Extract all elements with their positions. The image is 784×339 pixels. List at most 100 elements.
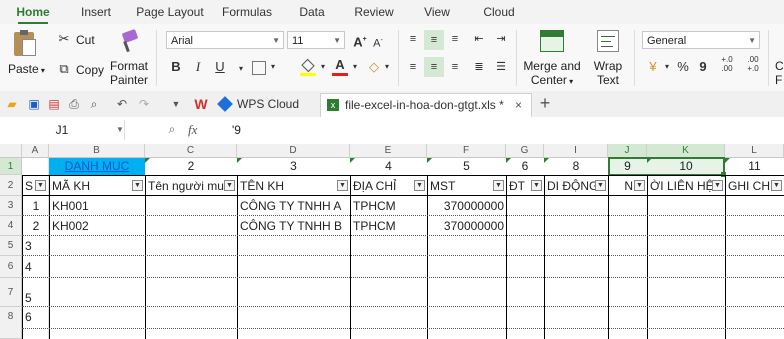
formula-input[interactable]: '9 [232,120,241,140]
font-size-select[interactable]: 11 ▼ [287,31,345,49]
fill-color-icon[interactable] [300,58,316,77]
font-name-select[interactable]: Arial ▼ [166,31,284,49]
fill-color-dropdown-icon[interactable]: ▾ [318,59,328,75]
cut-icon[interactable]: ✂ [56,31,72,47]
underline-dropdown-icon[interactable]: ▾ [234,59,248,77]
tab-wps-cloud[interactable]: WPS Cloud [237,93,299,115]
format-painter-label-1[interactable]: Format [110,59,148,73]
bold-icon[interactable]: B [168,59,184,75]
number-format-select[interactable]: General ▼ [642,31,760,49]
justify-icon[interactable]: ≣ [470,59,488,75]
cell-f1[interactable]: 5 [427,158,506,175]
align-middle-icon[interactable]: ≡ [424,30,444,50]
new-tab-icon[interactable]: + [536,92,554,114]
print-icon[interactable]: ⎙ [66,96,82,112]
cell-a4[interactable]: 2 [23,218,49,235]
filter-dropdown-icon[interactable]: ▼ [414,180,425,191]
merge-label-1[interactable]: Merge and [522,59,582,73]
font-color-dropdown-icon[interactable]: ▾ [350,59,360,75]
menu-data[interactable]: Data [290,0,334,24]
borders-icon[interactable] [252,61,266,75]
export-pdf-icon[interactable]: ▤ [46,96,62,112]
decrease-font-icon[interactable]: A- [370,33,386,52]
paste-icon[interactable] [10,30,40,58]
borders-dropdown-icon[interactable]: ▾ [268,59,278,75]
column-header-k[interactable]: K [647,144,725,158]
filter-dropdown-icon[interactable]: ▼ [634,180,645,191]
align-top-icon[interactable]: ≡ [404,31,422,47]
cell-i1[interactable]: 8 [544,158,608,175]
currency-dropdown-icon[interactable]: ▾ [662,59,672,75]
clear-format-icon[interactable]: ◇ [366,59,382,75]
close-tab-icon[interactable]: × [515,94,522,116]
filter-dropdown-icon[interactable]: ▼ [712,180,723,191]
row-header-4[interactable]: 4 [0,216,22,236]
ribbon-cut-off-label-2[interactable]: F [775,73,782,87]
column-header-f[interactable]: F [427,144,506,158]
column-header-g[interactable]: G [506,144,544,158]
menu-home[interactable]: Home [10,0,56,24]
filter-dropdown-icon[interactable]: ▼ [224,180,235,191]
column-header-j[interactable]: J [608,144,647,158]
decrease-indent-icon[interactable]: ⇤ [470,31,488,47]
filter-dropdown-icon[interactable]: ▼ [493,180,504,191]
cell-b4[interactable]: KH002 [50,218,145,235]
name-box-dropdown-icon[interactable]: ▼ [116,120,124,140]
cell-e4[interactable]: TPHCM [351,218,427,235]
menu-insert[interactable]: Insert [72,0,120,24]
zoom-search-icon[interactable]: ⌕ [164,121,180,137]
filter-dropdown-icon[interactable]: ▼ [771,180,782,191]
increase-indent-icon[interactable]: ⇥ [492,31,510,47]
wrap-text-icon[interactable] [597,30,619,52]
filter-dropdown-icon[interactable]: ▼ [595,180,606,191]
print-preview-icon[interactable]: ⌕ [86,96,102,112]
insert-function-icon[interactable]: fx [188,120,197,140]
currency-icon[interactable]: ¥ [645,59,661,75]
row-header-3[interactable]: 3 [0,196,22,216]
row-header-6[interactable]: 6 [0,256,22,278]
copy-button[interactable]: Copy [76,63,104,77]
column-header-c[interactable]: C [145,144,237,158]
ribbon-cut-off-label-1[interactable]: C [775,59,784,73]
cell-d3[interactable]: CÔNG TY TNHH A [238,198,350,215]
format-painter-icon[interactable] [118,28,140,53]
column-header-i[interactable]: I [544,144,608,158]
align-center-icon[interactable]: ≡ [424,57,444,77]
cell-a3[interactable]: 1 [23,198,49,215]
row-header-5[interactable]: 5 [0,236,22,256]
select-all-corner[interactable] [0,144,22,158]
save-icon[interactable]: ▣ [26,96,42,112]
filter-dropdown-icon[interactable]: ▼ [337,180,348,191]
column-header-a[interactable]: A [22,144,49,158]
merge-center-icon[interactable] [540,30,564,52]
font-color-icon[interactable]: A [332,57,348,77]
merge-label-2[interactable]: Center ▾ [522,73,582,89]
cell-d1[interactable]: 3 [237,158,350,175]
cell-b3[interactable]: KH001 [50,198,145,215]
cell-b1-link[interactable]: DANH MUC [49,158,145,175]
wrap-label-2[interactable]: Text [590,73,626,87]
column-header-b[interactable]: B [49,144,145,158]
menu-view[interactable]: View [414,0,460,24]
redo-icon[interactable]: ↷ [136,96,152,112]
align-bottom-icon[interactable]: ≡ [446,31,464,47]
cell-a7[interactable]: 5 [23,290,49,307]
cell-a6[interactable]: 4 [23,259,49,276]
undo-icon[interactable]: ↶ [114,96,130,112]
align-left-icon[interactable]: ≡ [404,59,422,75]
filter-dropdown-icon[interactable]: ▼ [531,180,542,191]
menu-cloud[interactable]: Cloud [474,0,524,24]
header-cell-tenkh[interactable]: TÊN KH [237,175,350,196]
increase-font-icon[interactable]: A+ [352,32,368,50]
cell-a5[interactable]: 3 [23,238,49,255]
paste-button[interactable]: Paste ▾ [8,62,45,78]
wrap-label-1[interactable]: Wrap [590,59,626,73]
increase-decimal-icon[interactable]: +.0 .00 [716,55,738,73]
align-right-icon[interactable]: ≡ [446,59,464,75]
comma-style-icon[interactable]: 9 [696,59,710,75]
menu-formulas[interactable]: Formulas [218,0,276,24]
column-header-e[interactable]: E [350,144,427,158]
menu-review[interactable]: Review [348,0,400,24]
filter-dropdown-icon[interactable]: ▼ [35,180,46,191]
cell-f4[interactable]: 370000000 [428,218,506,235]
